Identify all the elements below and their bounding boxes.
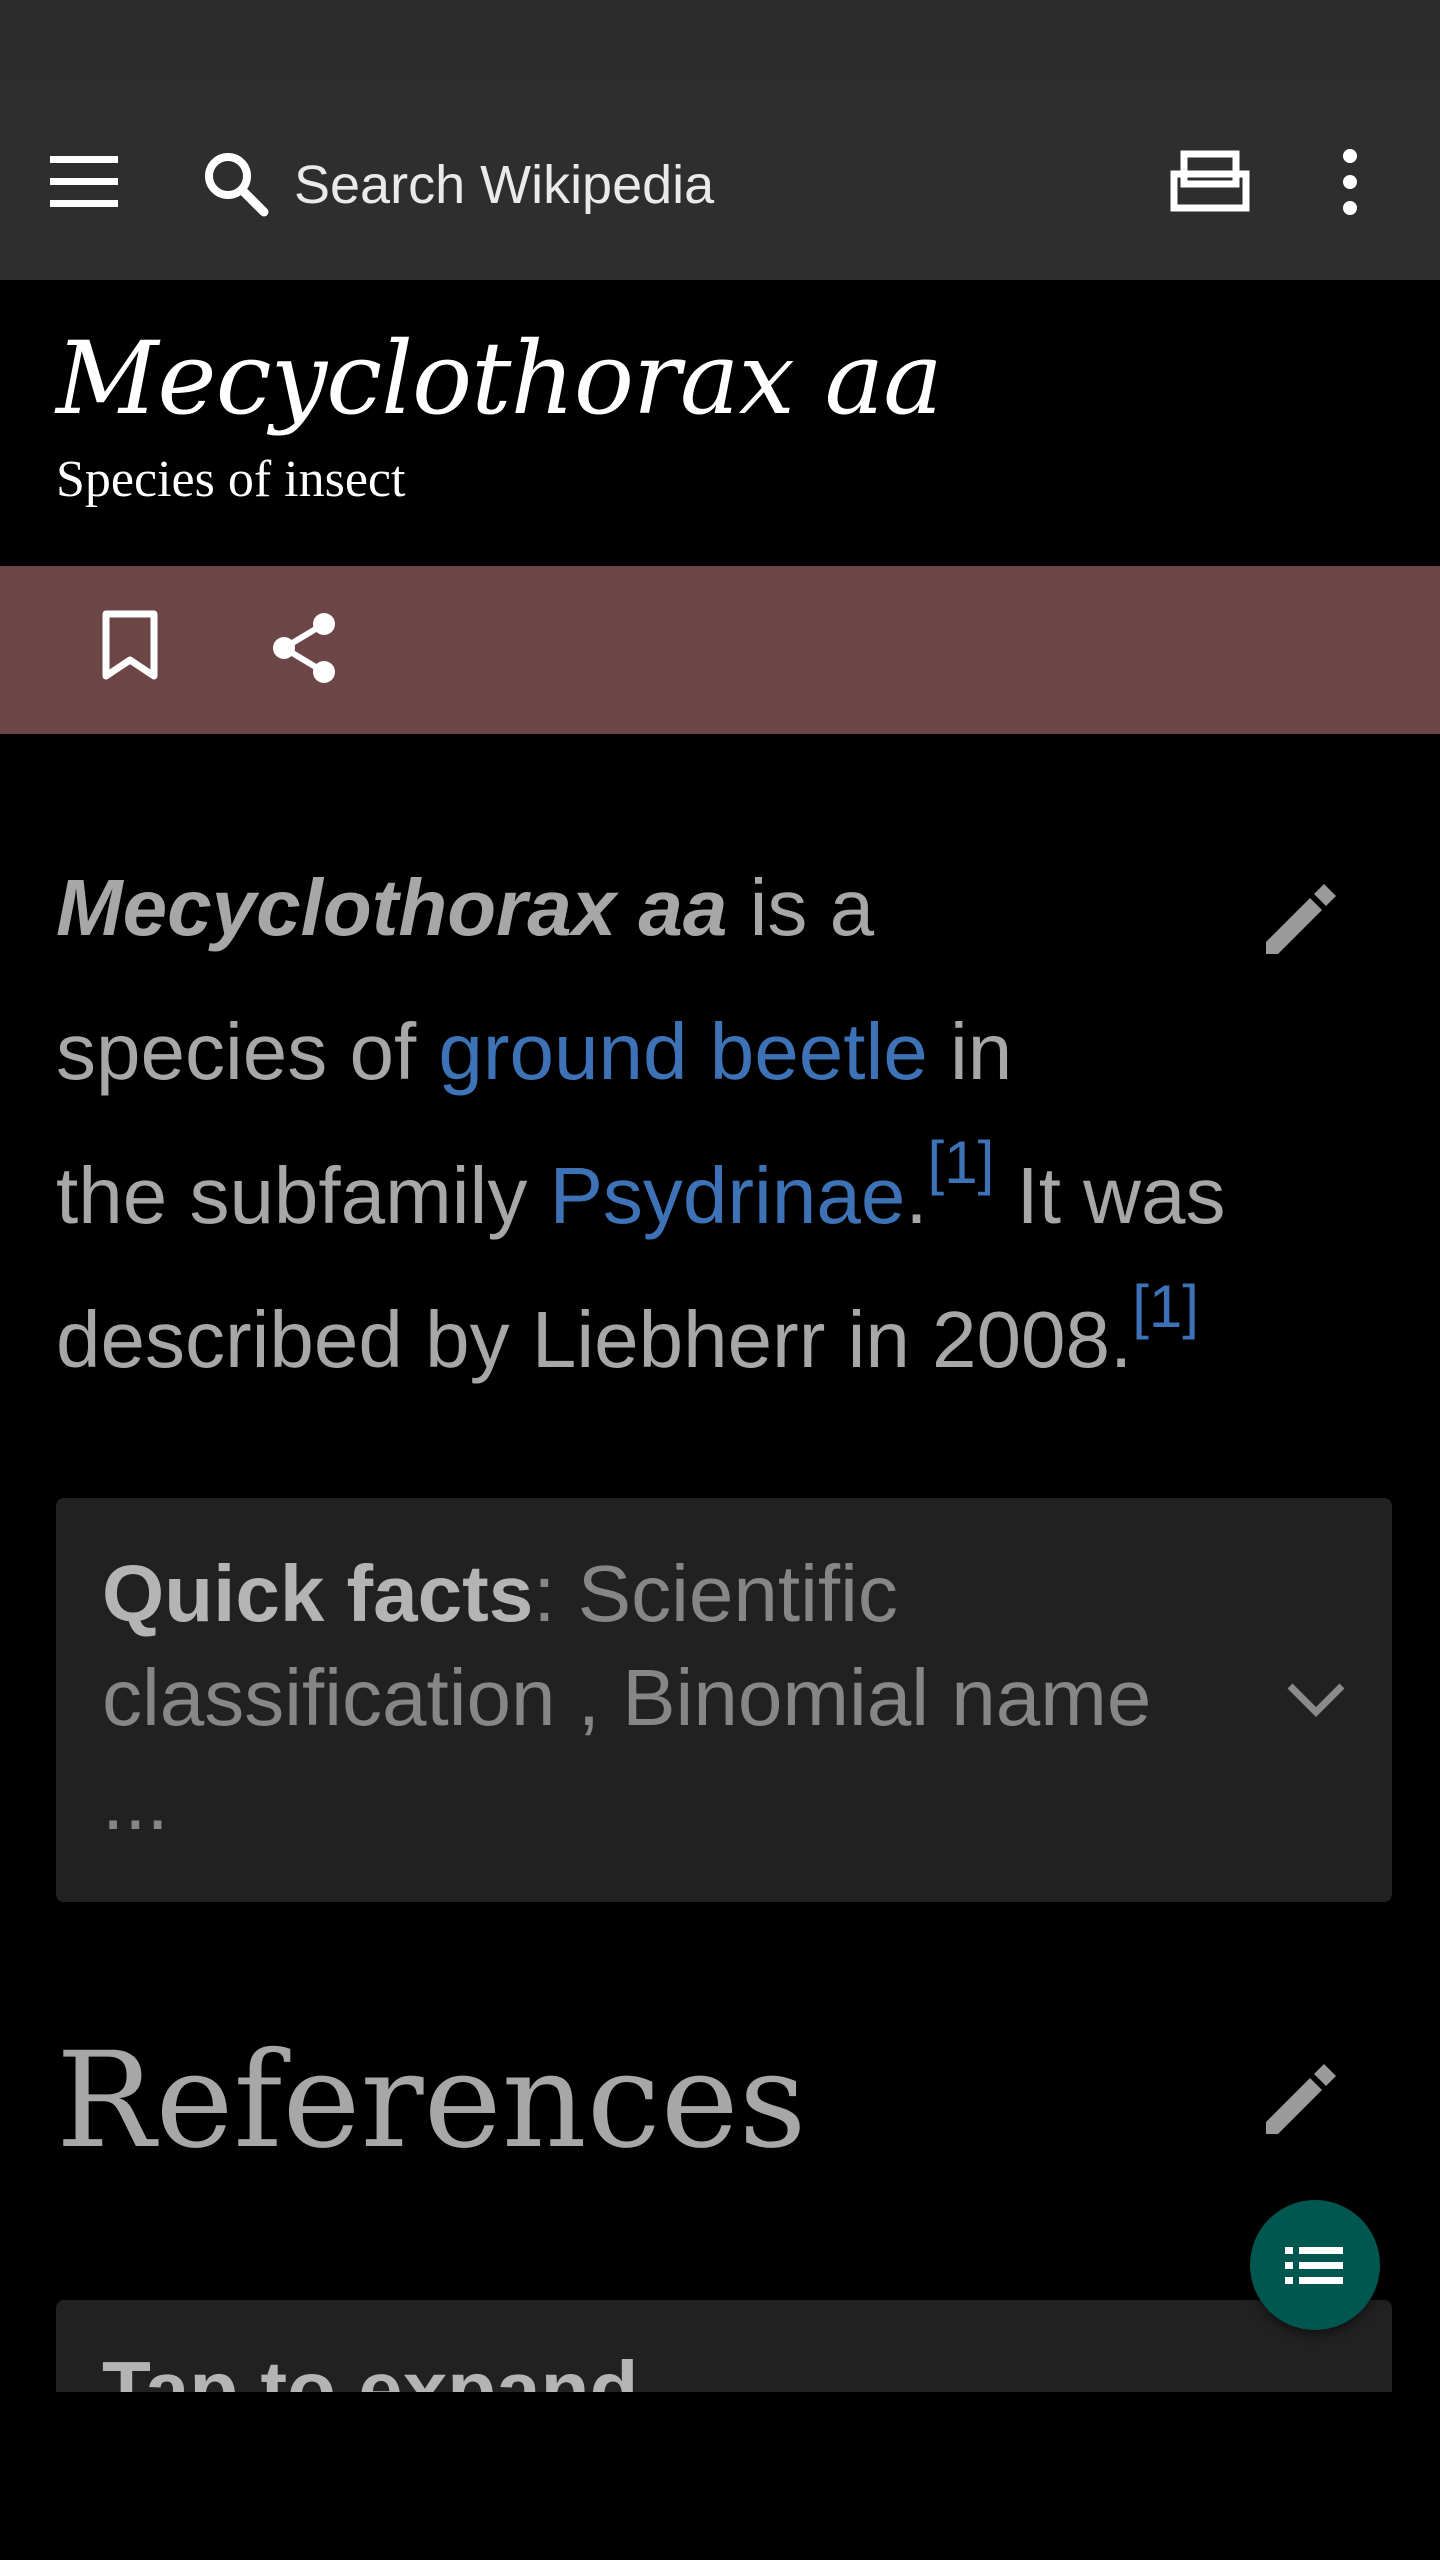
- search-input[interactable]: Search Wikipedia: [294, 154, 714, 216]
- page-description: Species of insect: [56, 451, 406, 508]
- intro-line-3: the subfamily Psydrinae.[1] It was: [56, 1124, 1346, 1268]
- more-vert-icon[interactable]: [1330, 142, 1390, 222]
- quick-facts-text: Quick facts: Scientific classification ,…: [102, 1542, 1182, 1854]
- hamburger-menu-icon[interactable]: [50, 146, 146, 218]
- intro-line-2: species of ground beetle in: [56, 980, 1346, 1124]
- share-icon[interactable]: [266, 610, 350, 694]
- quick-facts-box[interactable]: Quick facts: Scientific classification ,…: [56, 1498, 1392, 1902]
- reference-link[interactable]: [1]: [928, 1129, 995, 1196]
- search-icon[interactable]: [200, 148, 270, 218]
- chevron-down-icon[interactable]: [1276, 1658, 1356, 1738]
- tabs-icon[interactable]: [1170, 148, 1260, 218]
- bookmark-icon[interactable]: [100, 610, 180, 690]
- status-bar: [0, 0, 1440, 82]
- intro-text: the subfamily: [56, 1151, 550, 1240]
- intro-bold-title: Mecyclothorax aa: [56, 863, 728, 952]
- intro-text: described by Liebherr in 2008.: [56, 1295, 1133, 1384]
- edit-pencil-icon[interactable]: [1258, 876, 1344, 962]
- page-title: Mecyclothorax aa: [56, 320, 943, 437]
- reference-link[interactable]: [1]: [1132, 1273, 1199, 1340]
- bottom-nav-area: [0, 2392, 1440, 2560]
- intro-line-1: Mecyclothorax aa is a: [56, 836, 1346, 980]
- intro-text: in: [927, 1007, 1013, 1096]
- table-of-contents-button[interactable]: [1250, 2200, 1380, 2330]
- quick-facts-label: Quick facts: [102, 1549, 534, 1638]
- article-action-bar: [0, 566, 1440, 734]
- intro-text: species of: [56, 1007, 439, 1096]
- article-intro: Mecyclothorax aa is a species of ground …: [56, 836, 1346, 1412]
- link-ground-beetle[interactable]: ground beetle: [438, 1007, 927, 1096]
- edit-pencil-icon[interactable]: [1258, 2056, 1344, 2142]
- intro-text: is a: [727, 863, 875, 952]
- section-heading-references: References: [56, 2024, 807, 2178]
- intro-text: It was: [994, 1151, 1226, 1240]
- intro-text: .: [905, 1151, 928, 1240]
- link-psydrinae[interactable]: Psydrinae: [550, 1151, 906, 1240]
- article-header: Mecyclothorax aa Species of insect: [0, 280, 1440, 566]
- intro-line-4: described by Liebherr in 2008.[1]: [56, 1268, 1346, 1412]
- app-toolbar: Search Wikipedia: [0, 82, 1440, 280]
- list-icon: [1285, 2247, 1343, 2284]
